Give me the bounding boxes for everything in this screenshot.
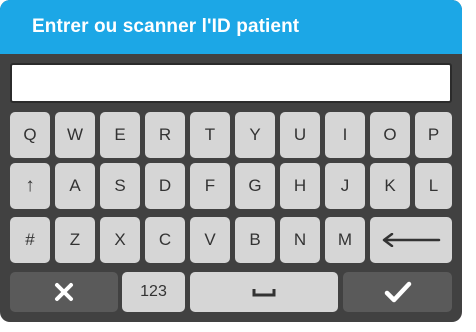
key-p[interactable]: P bbox=[415, 112, 452, 158]
key-m[interactable]: M bbox=[325, 217, 365, 263]
key-u[interactable]: U bbox=[280, 112, 320, 158]
key-b[interactable]: B bbox=[235, 217, 275, 263]
key-j[interactable]: J bbox=[325, 163, 365, 209]
key-a[interactable]: A bbox=[55, 163, 95, 209]
shift-key[interactable]: ↑ bbox=[10, 163, 50, 209]
key-t[interactable]: T bbox=[190, 112, 230, 158]
backspace-key[interactable] bbox=[370, 217, 452, 263]
numeric-mode-key[interactable]: 123 bbox=[122, 272, 185, 312]
key-r[interactable]: R bbox=[145, 112, 185, 158]
key-z[interactable]: Z bbox=[55, 217, 95, 263]
key-hash[interactable]: # bbox=[10, 217, 50, 263]
key-g[interactable]: G bbox=[235, 163, 275, 209]
key-y[interactable]: Y bbox=[235, 112, 275, 158]
key-q[interactable]: Q bbox=[10, 112, 50, 158]
shift-up-arrow-icon: ↑ bbox=[25, 175, 35, 196]
key-v[interactable]: V bbox=[190, 217, 230, 263]
key-s[interactable]: S bbox=[100, 163, 140, 209]
checkmark-icon bbox=[384, 281, 411, 303]
key-c[interactable]: C bbox=[145, 217, 185, 263]
space-key[interactable] bbox=[190, 272, 338, 312]
confirm-button[interactable] bbox=[343, 272, 452, 312]
key-o[interactable]: O bbox=[370, 112, 410, 158]
key-l[interactable]: L bbox=[415, 163, 452, 209]
cancel-button[interactable] bbox=[10, 272, 118, 312]
key-w[interactable]: W bbox=[55, 112, 95, 158]
patient-id-keyboard-dialog: Entrer ou scanner l'ID patient Q W E R T… bbox=[0, 0, 462, 322]
key-f[interactable]: F bbox=[190, 163, 230, 209]
patient-id-input[interactable] bbox=[10, 63, 452, 103]
space-bar-icon bbox=[252, 289, 276, 297]
key-d[interactable]: D bbox=[145, 163, 185, 209]
dialog-title: Entrer ou scanner l'ID patient bbox=[32, 16, 300, 37]
key-i[interactable]: I bbox=[325, 112, 365, 158]
close-x-icon bbox=[55, 283, 73, 301]
key-x[interactable]: X bbox=[100, 217, 140, 263]
key-k[interactable]: K bbox=[370, 163, 410, 209]
backspace-arrow-icon bbox=[382, 233, 441, 247]
key-h[interactable]: H bbox=[280, 163, 320, 209]
key-e[interactable]: E bbox=[100, 112, 140, 158]
dialog-header: Entrer ou scanner l'ID patient bbox=[0, 0, 462, 54]
key-n[interactable]: N bbox=[280, 217, 320, 263]
